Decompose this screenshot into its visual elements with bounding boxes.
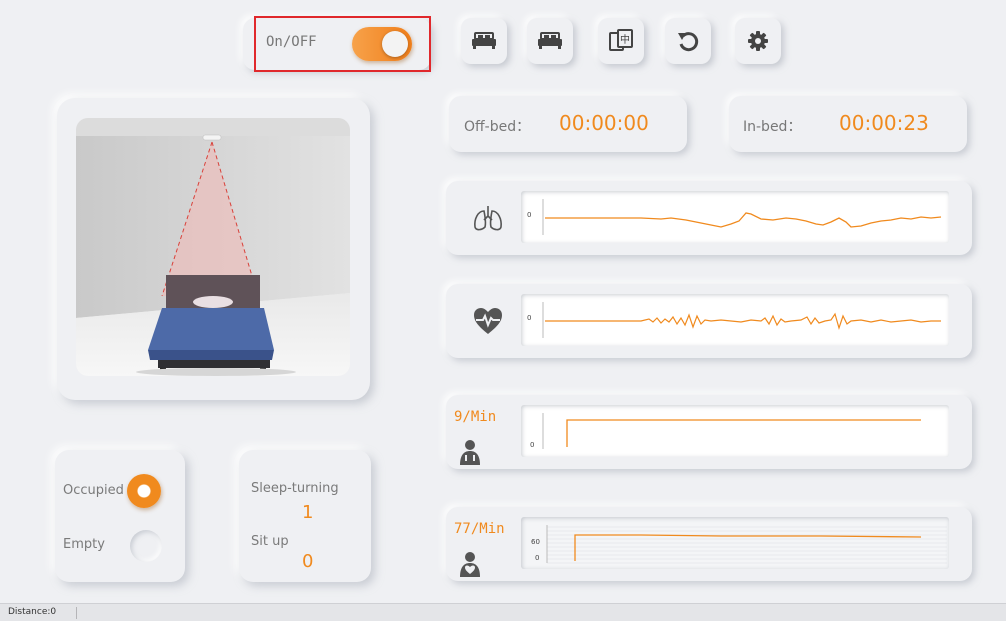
status-bar: Distance:0 bbox=[0, 603, 1006, 621]
status-separator bbox=[76, 607, 77, 619]
breath-rate-value: 9/Min bbox=[454, 409, 497, 425]
occupied-indicator bbox=[127, 474, 161, 508]
respiration-wave-panel: 0 bbox=[446, 181, 972, 255]
heart-rate-chart: 60 0 bbox=[521, 517, 949, 569]
breath-rate-trend bbox=[542, 413, 921, 449]
heart-pulse-icon bbox=[474, 308, 502, 334]
power-toggle[interactable] bbox=[352, 27, 412, 61]
breath-rate-panel: 9/Min 0 bbox=[446, 395, 972, 469]
settings-button[interactable] bbox=[735, 18, 781, 64]
occupied-label: Occupied bbox=[63, 483, 124, 498]
empty-indicator bbox=[130, 530, 162, 562]
refresh-button[interactable] bbox=[665, 18, 711, 64]
svg-text:中: 中 bbox=[620, 33, 630, 46]
off-bed-value: 00:00:00 bbox=[559, 111, 649, 135]
language-button[interactable]: 中 bbox=[598, 18, 644, 64]
bed-view-button-2[interactable] bbox=[527, 18, 573, 64]
in-bed-value: 00:00:23 bbox=[839, 111, 929, 135]
heartbeat-chart: 0 bbox=[521, 294, 949, 346]
heart-rate-value: 77/Min bbox=[454, 521, 505, 537]
sleep-turning-label: Sleep-turning bbox=[251, 481, 339, 496]
in-bed-label: In-bed： bbox=[743, 119, 802, 135]
sit-up-value: 0 bbox=[302, 551, 314, 572]
distance-readout: Distance:0 bbox=[8, 607, 57, 617]
heartbeat-waveform bbox=[542, 302, 941, 338]
refresh-icon bbox=[678, 32, 699, 52]
heartbeat-wave-panel: 0 bbox=[446, 284, 972, 358]
off-bed-timer: Off-bed： 00:00:00 bbox=[449, 96, 687, 152]
bed-icon-2 bbox=[538, 32, 562, 49]
breath-rate-chart: 0 bbox=[521, 405, 949, 457]
settings-icon bbox=[748, 31, 768, 51]
heart-rate-panel: 77/Min 60 0 bbox=[446, 507, 972, 581]
empty-label: Empty bbox=[63, 537, 105, 552]
activity-panel: Sleep-turning 1 Sit up 0 bbox=[239, 450, 371, 582]
bed-icon bbox=[472, 32, 496, 49]
language-icon: 中 bbox=[609, 29, 633, 51]
respiration-chart: 0 bbox=[521, 191, 949, 243]
sleep-turning-value: 1 bbox=[302, 502, 314, 523]
occupancy-panel: Occupied Empty bbox=[55, 450, 185, 582]
off-bed-label: Off-bed： bbox=[464, 119, 531, 135]
respiration-waveform bbox=[542, 199, 942, 235]
toggle-knob bbox=[382, 31, 408, 57]
in-bed-timer: In-bed： 00:00:23 bbox=[729, 96, 967, 152]
heart-rate-trend bbox=[546, 525, 947, 564]
person-heart-icon bbox=[460, 552, 480, 577]
bed-view-button[interactable] bbox=[461, 18, 507, 64]
room-view-panel bbox=[57, 98, 370, 400]
person-lungs-icon bbox=[460, 440, 480, 465]
bedroom-radar-illustration bbox=[76, 118, 350, 376]
lungs-icon bbox=[474, 206, 502, 231]
power-label: On/OFF bbox=[266, 34, 317, 50]
sit-up-label: Sit up bbox=[251, 534, 289, 549]
